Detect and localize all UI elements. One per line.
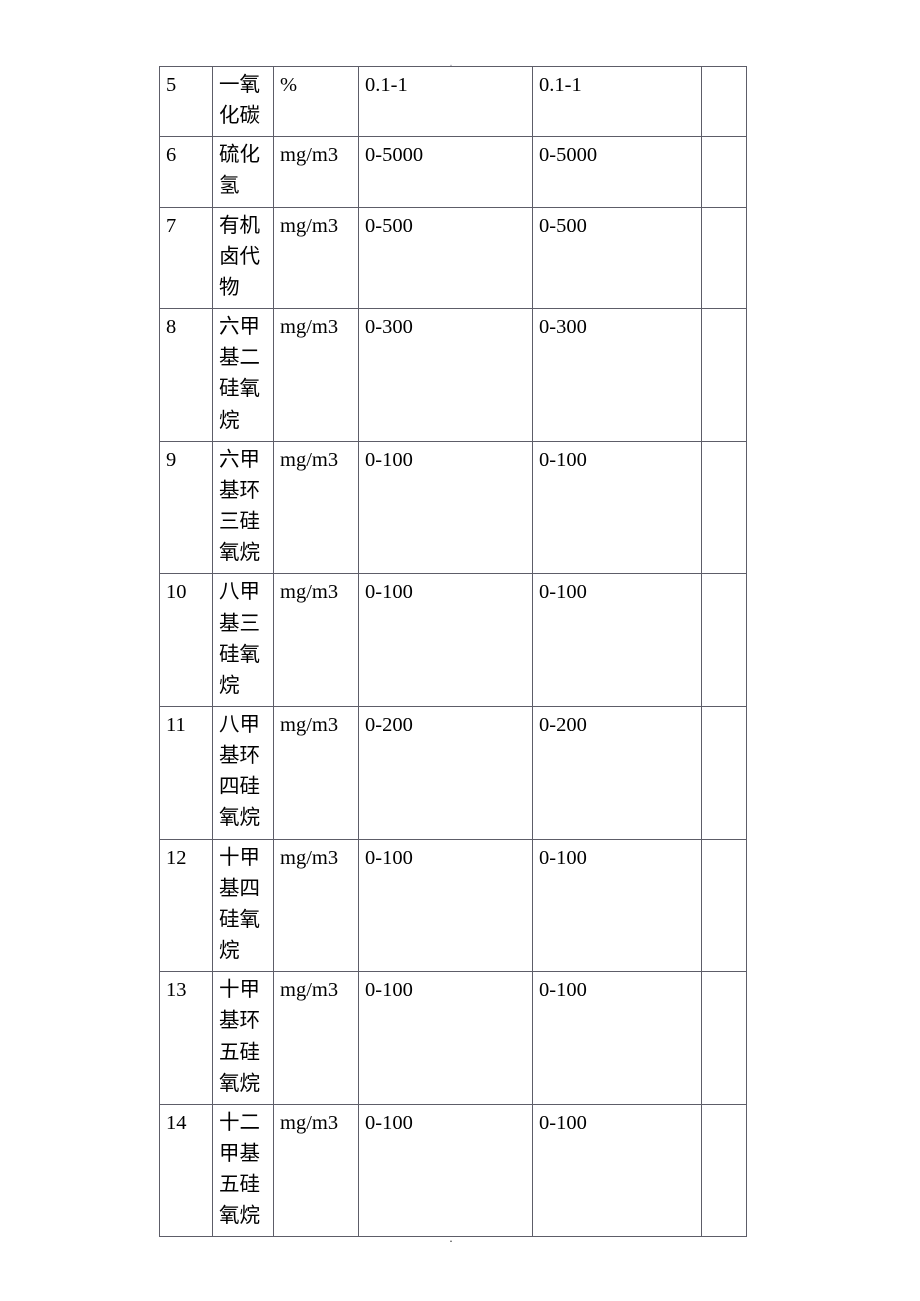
cell-display-range: 0-100	[532, 573, 702, 707]
cell-sequence-number: 10	[159, 573, 213, 707]
spec-table-body: 5 一氧化碳% 0.1-1 0.1-1 6 硫化氢 mg/m3 0-5000 0-5000 7 有机…	[159, 65, 747, 1238]
cell-remark	[701, 971, 747, 1105]
cell-display-range: 0-100	[532, 1103, 702, 1238]
cell-display-range: 0-100	[532, 440, 702, 575]
table-row: 13 十甲基环五硅氧烷 mg/m3 0-100 0-100	[159, 971, 747, 1105]
cell-gas-name: 六甲基环三硅氧烷	[212, 440, 274, 575]
cell-display-range: 0-100	[532, 838, 702, 973]
cell-sequence-number: 14	[159, 1103, 213, 1238]
cell-sequence-number: 6	[159, 136, 213, 208]
cell-remark	[701, 308, 747, 442]
cell-sequence-number: 8	[159, 308, 213, 442]
cell-unit: mg/m3	[273, 971, 359, 1105]
cell-display-range: 0-200	[532, 705, 702, 840]
cell-sequence-number: 13	[159, 971, 213, 1105]
cell-remark	[701, 136, 747, 208]
cell-unit: mg/m3	[273, 705, 359, 840]
footer-artifact-mark: .	[449, 1230, 453, 1245]
cell-remark	[701, 1103, 747, 1238]
cell-remark	[701, 838, 747, 973]
cell-sequence-number: 7	[159, 206, 213, 310]
cell-gas-name: 十甲基环五硅氧烷	[212, 971, 274, 1105]
table-row: 10 八甲基三硅氧烷 mg/m3 0-100 0-100	[159, 573, 747, 707]
cell-remark	[701, 206, 747, 310]
cell-display-range: 0-5000	[532, 136, 702, 208]
table-row: 14 十二甲基五硅氧烷 mg/m3 0-100 0-100	[159, 1103, 747, 1238]
spec-table-container: 5 一氧化碳% 0.1-1 0.1-1 6 硫化氢 mg/m3 0-5000 0-5000 7 有机…	[159, 65, 747, 1238]
cell-unit: mg/m3	[273, 1103, 359, 1238]
table-row: 8 六甲基二硅氧烷 mg/m3 0-300 0-300	[159, 308, 747, 442]
cell-gas-name: 八甲基三硅氧烷	[212, 573, 274, 707]
cell-remark	[701, 65, 747, 138]
cell-unit: mg/m3	[273, 308, 359, 442]
header-artifact-mark: .	[449, 57, 453, 69]
cell-measuring-range: 0-100	[358, 1103, 533, 1238]
cell-measuring-range: 0.1-1	[358, 65, 533, 138]
cell-display-range: 0-300	[532, 308, 702, 442]
cell-gas-name: 十二甲基五硅氧烷	[212, 1103, 274, 1238]
cell-remark	[701, 705, 747, 840]
cell-measuring-range: 0-500	[358, 206, 533, 310]
cell-sequence-number: 11	[159, 705, 213, 840]
cell-remark	[701, 440, 747, 575]
cell-unit: mg/m3	[273, 206, 359, 310]
cell-unit: mg/m3	[273, 573, 359, 707]
cell-display-range: 0-100	[532, 971, 702, 1105]
cell-unit: mg/m3	[273, 838, 359, 973]
table-row: 7 有机卤代物 mg/m3 0-500 0-500	[159, 206, 747, 310]
cell-unit: mg/m3	[273, 440, 359, 575]
gas-specification-table: 5 一氧化碳% 0.1-1 0.1-1 6 硫化氢 mg/m3 0-5000 0-5000 7 有机…	[159, 65, 747, 1238]
cell-measuring-range: 0-100	[358, 971, 533, 1105]
cell-measuring-range: 0-300	[358, 308, 533, 442]
cell-measuring-range: 0-100	[358, 838, 533, 973]
cell-sequence-number: 9	[159, 440, 213, 575]
cell-unit: %	[273, 65, 359, 138]
cell-measuring-range: 0-100	[358, 573, 533, 707]
cell-measuring-range: 0-5000	[358, 136, 533, 208]
table-row: 5 一氧化碳% 0.1-1 0.1-1	[159, 65, 747, 138]
cell-measuring-range: 0-100	[358, 440, 533, 575]
cell-display-range: 0.1-1	[532, 65, 702, 138]
table-row: 11 八甲基环四硅氧烷 mg/m3 0-200 0-200	[159, 705, 747, 840]
table-row: 9 六甲基环三硅氧烷 mg/m3 0-100 0-100	[159, 440, 747, 575]
cell-display-range: 0-500	[532, 206, 702, 310]
cell-gas-name: 硫化氢	[212, 136, 274, 208]
cell-remark	[701, 573, 747, 707]
table-row: 6 硫化氢 mg/m3 0-5000 0-5000	[159, 136, 747, 208]
cell-measuring-range: 0-200	[358, 705, 533, 840]
cell-unit: mg/m3	[273, 136, 359, 208]
cell-gas-name: 一氧化碳	[212, 65, 274, 138]
cell-sequence-number: 12	[159, 838, 213, 973]
cell-gas-name: 十甲基四硅氧烷	[212, 838, 274, 973]
cell-gas-name: 有机卤代物	[212, 206, 274, 310]
cell-gas-name: 六甲基二硅氧烷	[212, 308, 274, 442]
cell-gas-name: 八甲基环四硅氧烷	[212, 705, 274, 840]
table-row: 12 十甲基四硅氧烷 mg/m3 0-100 0-100	[159, 838, 747, 973]
cell-sequence-number: 5	[159, 65, 213, 138]
document-page: . 5 一氧化碳% 0.1-1 0.1-1 6 硫化氢 mg/m3 0-5000 0-5000 7…	[0, 0, 920, 1301]
